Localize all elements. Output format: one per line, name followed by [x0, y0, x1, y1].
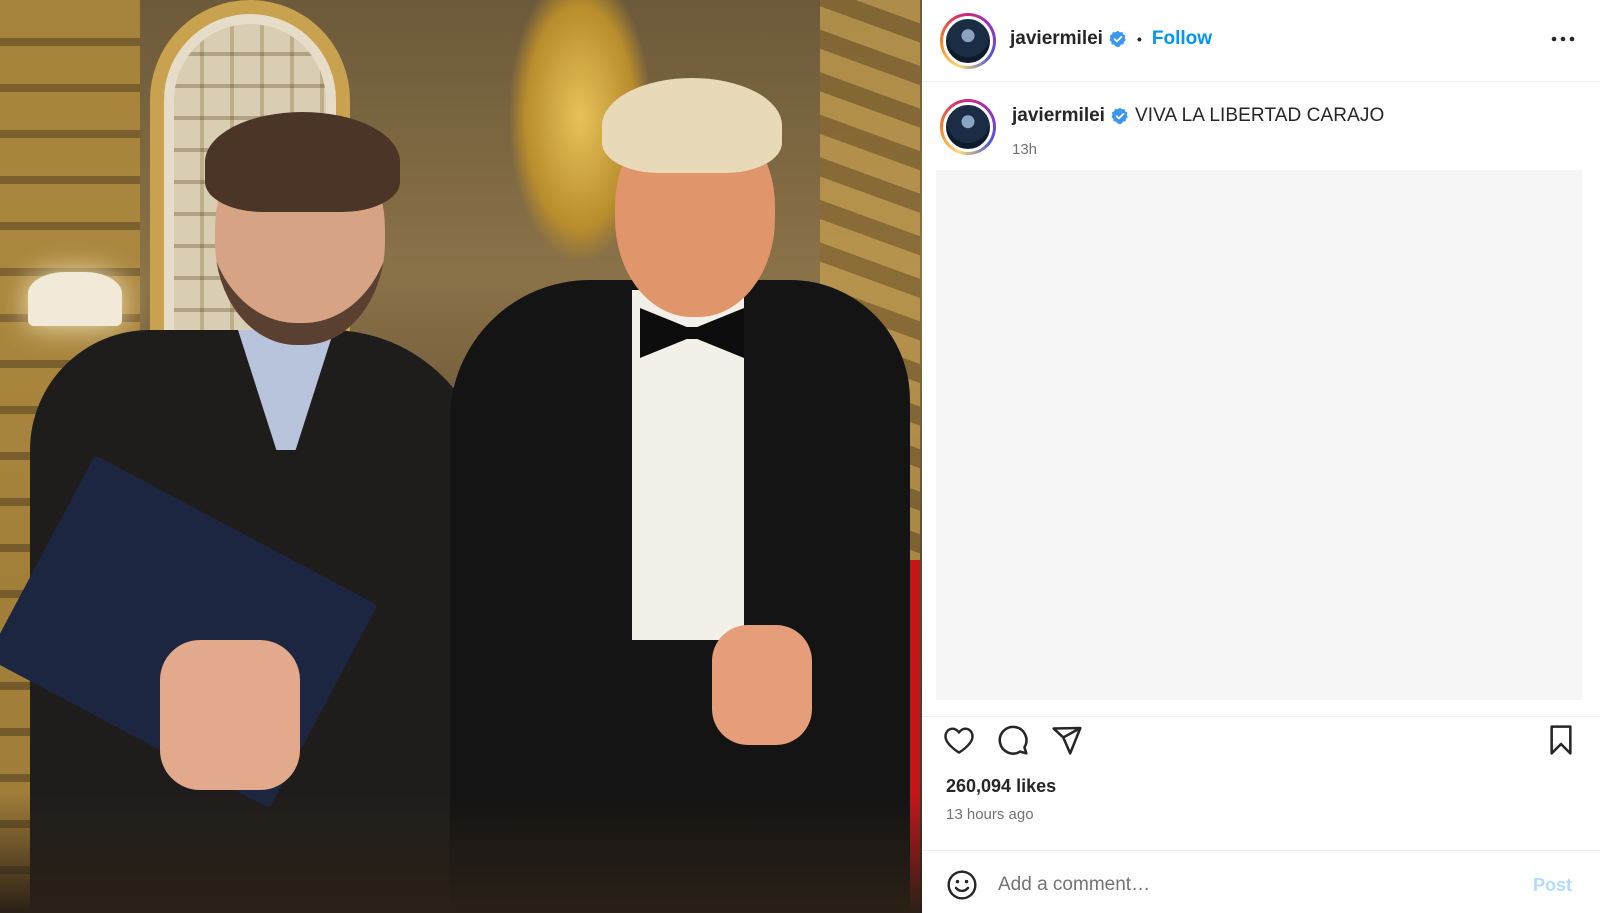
caption-username[interactable]: javiermilei: [1012, 105, 1105, 127]
post-caption: javiermilei VIVA LA LIBERTAD CARAJO 13h: [1012, 105, 1572, 158]
comments-area: [936, 170, 1582, 700]
likes-count[interactable]: 260,094 likes: [946, 776, 1056, 797]
photo-thumbs-up-right: [712, 625, 812, 745]
header-username[interactable]: javiermilei: [1010, 28, 1103, 50]
photo-person-right-hair: [602, 78, 782, 173]
header-avatar[interactable]: [940, 13, 996, 69]
avatar: [943, 102, 993, 152]
emoji-icon[interactable]: [944, 867, 980, 903]
action-bar: [922, 716, 1600, 760]
photo-thumbs-up-left: [160, 640, 300, 790]
post-photo[interactable]: [0, 0, 922, 913]
photo-lamp: [28, 272, 122, 326]
caption-line: javiermilei VIVA LA LIBERTAD CARAJO: [1012, 105, 1572, 127]
comment-input[interactable]: [998, 865, 1518, 905]
post-side-panel: javiermilei • Follow javiermilei VIVA LA…: [922, 0, 1600, 913]
caption-timestamp[interactable]: 13h: [1012, 141, 1572, 158]
avatar: [943, 16, 993, 66]
share-icon[interactable]: [1048, 721, 1086, 759]
more-options-icon[interactable]: [1550, 26, 1576, 52]
post-header: javiermilei • Follow: [922, 0, 1600, 82]
caption-avatar[interactable]: [940, 99, 996, 155]
post-timestamp[interactable]: 13 hours ago: [946, 806, 1034, 823]
follow-button[interactable]: Follow: [1152, 28, 1212, 50]
post-comment-button[interactable]: Post: [1533, 875, 1572, 896]
verified-badge-icon: [1111, 107, 1129, 125]
comment-icon[interactable]: [994, 721, 1032, 759]
bookmark-icon[interactable]: [1542, 721, 1580, 759]
heart-icon[interactable]: [940, 721, 978, 759]
comment-bar: Post: [922, 850, 1600, 913]
photo-person-left-hair: [205, 112, 400, 212]
header-user-block: javiermilei • Follow: [1010, 28, 1212, 50]
caption-text: VIVA LA LIBERTAD CARAJO: [1134, 105, 1385, 126]
photo-floor-shadow: [0, 793, 922, 913]
header-separator: •: [1136, 31, 1142, 47]
verified-badge-icon: [1109, 30, 1127, 48]
